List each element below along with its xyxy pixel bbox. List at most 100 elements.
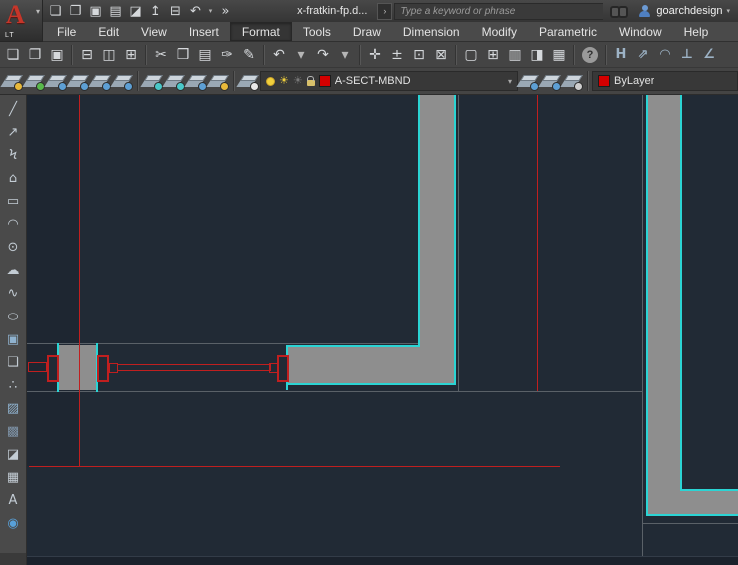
design-center-button[interactable]: ⊞ <box>482 44 504 66</box>
wall-fill[interactable] <box>287 347 420 385</box>
menu-help[interactable]: Help <box>673 22 720 41</box>
qat-undo-caret[interactable]: ▾ <box>206 2 215 20</box>
red-construction-line-h[interactable] <box>29 466 560 467</box>
menu-file[interactable]: File <box>46 22 87 41</box>
layer-previous-button[interactable] <box>540 70 562 92</box>
wall-edge-cyan[interactable] <box>418 95 420 347</box>
wall-face-line[interactable] <box>642 95 643 565</box>
plot-preview-button[interactable]: ◫ <box>98 44 120 66</box>
make-block-tool[interactable]: ❑ <box>1 351 25 374</box>
dim-angular-button[interactable]: ∠ <box>698 44 720 66</box>
qat-save-as-button[interactable]: ▤ <box>106 2 125 20</box>
wall-face-line[interactable] <box>458 95 459 391</box>
chevron-down-icon[interactable]: ▾ <box>508 77 512 86</box>
dim-ordinate-button[interactable]: ⊥ <box>676 44 698 66</box>
layer-unlock-button[interactable] <box>208 70 230 92</box>
polyline-tool[interactable]: Ϟ <box>1 144 25 167</box>
username-label[interactable]: goarchdesign <box>656 5 722 17</box>
gradient-tool[interactable]: ▩ <box>1 420 25 443</box>
menu-draw[interactable]: Draw <box>342 22 392 41</box>
wall-edge-cyan[interactable] <box>680 95 682 491</box>
undo-button[interactable]: ↶ <box>268 44 290 66</box>
vp-freeze-icon[interactable]: ☀ <box>293 75 303 87</box>
publish-button[interactable]: ⊞ <box>120 44 142 66</box>
region-tool[interactable]: ◪ <box>1 443 25 466</box>
wall-edge-cyan[interactable] <box>287 383 456 385</box>
help-button[interactable]: ? <box>582 46 598 63</box>
open-button[interactable]: ❐ <box>24 44 46 66</box>
menu-format[interactable]: Format <box>229 22 292 41</box>
line-tool[interactable]: ╱ <box>1 98 25 121</box>
menu-tools[interactable]: Tools <box>292 22 342 41</box>
hatch-tool[interactable]: ▨ <box>1 397 25 420</box>
application-menu-button[interactable]: A LT ▾ <box>0 0 43 42</box>
drawing-canvas[interactable] <box>27 95 738 565</box>
revision-cloud-tool[interactable]: ☁ <box>1 259 25 282</box>
search-icon[interactable] <box>609 5 629 18</box>
copy-base-button[interactable]: ✑ <box>216 44 238 66</box>
wall-fill[interactable] <box>420 95 454 385</box>
menu-insert[interactable]: Insert <box>178 22 230 41</box>
wall-edge-cyan[interactable] <box>646 95 648 516</box>
wall-fill[interactable] <box>682 490 738 516</box>
menu-window[interactable]: Window <box>608 22 673 41</box>
match-properties-button[interactable]: ✎ <box>238 44 260 66</box>
qat-undo-button[interactable]: ↶ <box>186 2 205 20</box>
qat-transfer-button[interactable]: ↥ <box>146 2 165 20</box>
wall-face-line[interactable] <box>27 391 642 392</box>
window-stop[interactable] <box>28 362 47 372</box>
wall-fill[interactable] <box>647 95 682 516</box>
layer-update-button[interactable] <box>90 70 112 92</box>
window-jamb[interactable] <box>47 355 59 382</box>
qat-save-button[interactable]: ▣ <box>86 2 105 20</box>
insert-block-tool[interactable]: ▣ <box>1 328 25 351</box>
menu-view[interactable]: View <box>130 22 178 41</box>
spline-tool[interactable]: ∿ <box>1 282 25 305</box>
layer-translate-button[interactable] <box>112 70 134 92</box>
tool-palettes-button[interactable]: ▥ <box>504 44 526 66</box>
layer-unlock-icon[interactable] <box>306 75 315 86</box>
arc-tool[interactable]: ◠ <box>1 213 25 236</box>
layer-thaw-icon[interactable]: ☀ <box>279 75 289 87</box>
zoom-window-button[interactable]: ⊡ <box>408 44 430 66</box>
qat-print-button[interactable]: ⊟ <box>166 2 185 20</box>
dim-arc-button[interactable]: ◠ <box>654 44 676 66</box>
undo-caret[interactable]: ▾ <box>290 44 312 66</box>
menu-dimension[interactable]: Dimension <box>392 22 471 41</box>
layer-freeze-button[interactable] <box>142 70 164 92</box>
text-tool[interactable]: A <box>1 489 25 512</box>
ellipse-tool[interactable]: ○ <box>1 305 25 328</box>
wall-edge-cyan[interactable] <box>454 95 456 385</box>
menu-edit[interactable]: Edit <box>87 22 130 41</box>
wall-face-line[interactable] <box>27 343 420 344</box>
zoom-previous-button[interactable]: ⊠ <box>430 44 452 66</box>
make-current-button[interactable] <box>518 70 540 92</box>
polygon-tool[interactable]: ⌂ <box>1 167 25 190</box>
search-expander-button[interactable]: › <box>377 2 393 20</box>
wall-face-line[interactable] <box>642 523 738 524</box>
zoom-realtime-button[interactable]: ± <box>386 44 408 66</box>
red-construction-line-v[interactable] <box>537 95 538 391</box>
layer-states-button[interactable] <box>24 70 46 92</box>
wall-edge-cyan[interactable] <box>646 514 738 516</box>
calculator-button[interactable]: ▦ <box>548 44 570 66</box>
redo-button[interactable]: ↷ <box>312 44 334 66</box>
sheet-set-button[interactable]: ◨ <box>526 44 548 66</box>
window-jamb[interactable] <box>277 355 289 382</box>
search-input[interactable] <box>394 2 604 20</box>
wall-edge-cyan[interactable] <box>680 489 738 491</box>
paste-button[interactable]: ▤ <box>194 44 216 66</box>
redo-caret[interactable]: ▾ <box>334 44 356 66</box>
layer-on-icon[interactable] <box>266 76 275 86</box>
dim-aligned-button[interactable]: ⇗ <box>632 44 654 66</box>
layer-lock-button[interactable] <box>186 70 208 92</box>
menu-modify[interactable]: Modify <box>471 22 528 41</box>
wall-fill[interactable] <box>58 345 97 390</box>
layer-states-manager-button[interactable] <box>562 70 584 92</box>
layer-properties-manager-button[interactable] <box>238 70 260 92</box>
layer-control-dropdown[interactable]: ☀ ☀ A-SECT-MBND ▾ <box>260 71 518 91</box>
rectangle-tool[interactable]: ▭ <box>1 190 25 213</box>
layer-off-button[interactable] <box>164 70 186 92</box>
dim-linear-button[interactable]: H <box>610 44 632 66</box>
new-button[interactable]: ❏ <box>2 44 24 66</box>
